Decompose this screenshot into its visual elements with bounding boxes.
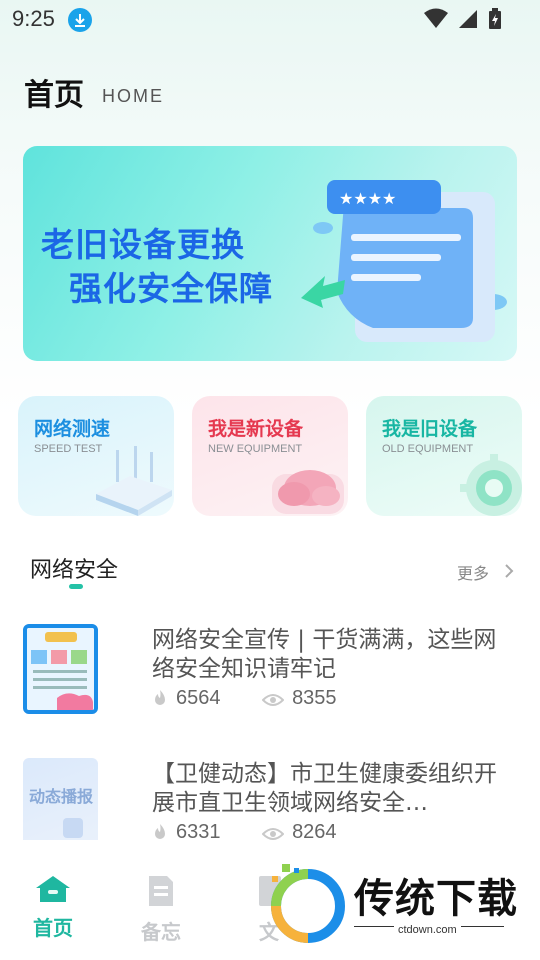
like-count: 6564	[176, 687, 221, 709]
nav-home[interactable]: 首页	[18, 874, 88, 941]
page-title: 首页	[24, 78, 84, 113]
article-thumbnail: 动态播报	[23, 758, 98, 840]
wifi-icon	[423, 8, 448, 28]
section-title: 网络安全	[30, 558, 119, 583]
download-icon	[68, 8, 92, 32]
fire-icon	[155, 824, 165, 839]
watermark-brand: 传统下载	[354, 876, 518, 922]
status-time: 9:25	[12, 6, 55, 31]
banner-headline-2: 强化安全保障	[69, 269, 273, 308]
speed-test-title: 网络测速	[34, 418, 111, 440]
new-equipment-card[interactable]: 我是新设备 NEW EQUIPMENT	[192, 396, 348, 516]
article-thumbnail	[23, 624, 98, 714]
old-equipment-title: 我是旧设备	[382, 418, 478, 440]
page-subtitle: HOME	[102, 86, 164, 106]
status-bar: 9:25	[0, 0, 540, 40]
news-thumbnail-image: 动态播报	[29, 787, 93, 838]
gear-icon	[460, 454, 522, 516]
system-icons	[420, 8, 502, 30]
battery-icon	[489, 8, 501, 29]
cloud-icon	[272, 470, 344, 514]
security-poster-image	[27, 628, 94, 710]
view-count: 8264	[292, 821, 337, 840]
signal-icon	[458, 10, 477, 28]
fire-icon	[155, 690, 165, 705]
article-meta: 6331 8264	[152, 821, 373, 840]
watermark-logo	[271, 864, 345, 943]
like-count: 6331	[176, 821, 221, 840]
eye-icon	[261, 694, 285, 706]
more-link[interactable]: 更多	[457, 560, 489, 584]
article-title: 【卫健动态】市卫生健康委组织开展市直卫生领域网络安全…	[152, 761, 497, 816]
view-count: 8355	[292, 687, 337, 709]
rating-stars: ★★★★	[339, 189, 396, 208]
router-icon	[96, 446, 172, 516]
article-item[interactable]: 动态播报 【卫健动态】市卫生健康委组织开展市直卫生领域网络安全… 6331 82…	[0, 756, 540, 840]
chevron-right-icon[interactable]	[504, 563, 514, 579]
new-equipment-title: 我是新设备	[208, 418, 304, 440]
article-meta: 6564 8355	[152, 687, 373, 710]
watermark: 传统下载 ctdown.com	[262, 858, 532, 954]
nav-home-label: 首页	[33, 916, 73, 940]
thumbnail-caption: 动态播报	[29, 787, 93, 806]
nav-memo-label: 备忘	[141, 920, 181, 944]
nav-memo[interactable]: 备忘	[126, 874, 196, 945]
banner-headline-1: 老旧设备更换	[41, 225, 245, 264]
article-title: 网络安全宣传 | 干货满满，这些网络安全知识请牢记	[152, 627, 497, 682]
section-underline	[69, 584, 83, 589]
memo-icon	[149, 876, 173, 906]
eye-icon	[261, 828, 285, 840]
promo-banner[interactable]: 老旧设备更换 强化安全保障 ★★★★	[23, 146, 517, 361]
old-equipment-card[interactable]: 我是旧设备 OLD EQUIPMENT	[366, 396, 522, 516]
home-icon	[36, 876, 70, 902]
speed-test-card[interactable]: 网络测速 SPEED TEST	[18, 396, 174, 516]
watermark-url: ctdown.com	[394, 924, 461, 936]
article-item[interactable]: 网络安全宣传 | 干货满满，这些网络安全知识请牢记 6564 8355	[0, 622, 540, 732]
document-illustration: ★★★★	[301, 180, 507, 342]
